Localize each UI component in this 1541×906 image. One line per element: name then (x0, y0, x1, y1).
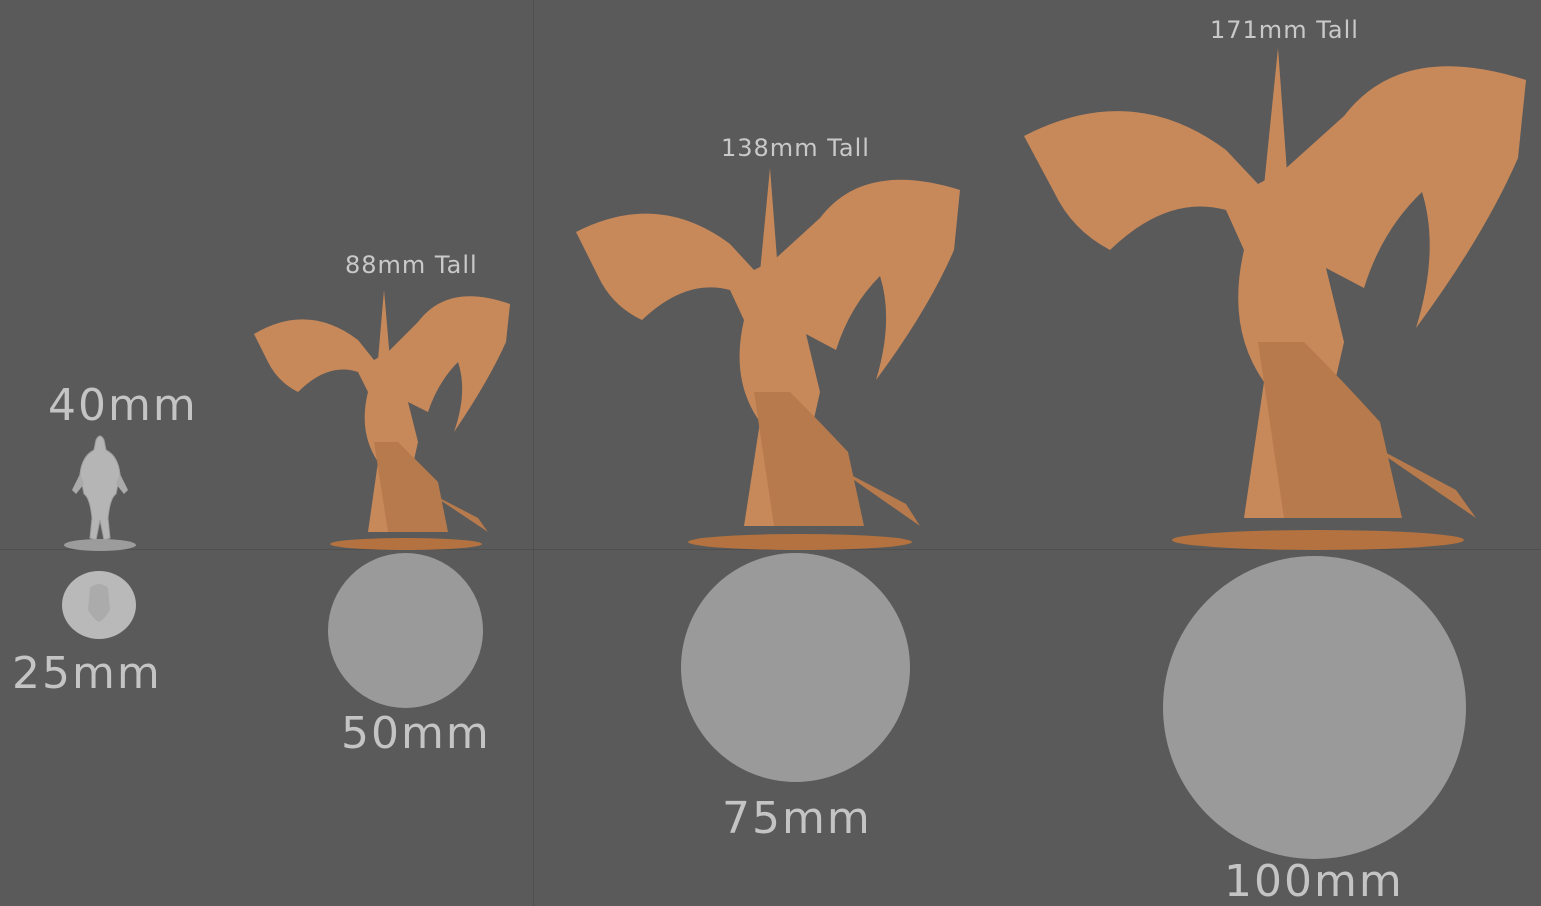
scale-100-base-disc (1163, 556, 1466, 859)
comparison-stage: 40mm 25mm 88mm Tall 50mm 138mm Tall 75mm… (0, 0, 1541, 906)
scale-138-height-label: 138mm Tall (721, 134, 870, 162)
scale-171-height-label: 171mm Tall (1210, 16, 1359, 44)
scale-75-base-disc (681, 553, 910, 782)
scale-171-dragon-figure (1024, 48, 1526, 550)
panel-divider-vertical (533, 0, 534, 906)
scale-138-dragon-figure (576, 168, 960, 550)
reference-height-label: 40mm (48, 380, 198, 431)
scale-50-base-disc (328, 553, 483, 708)
scale-88-dragon-figure (254, 290, 510, 550)
scale-75-base-label: 75mm (722, 793, 872, 844)
reference-base-label: 25mm (12, 648, 162, 699)
scale-50-base-label: 50mm (341, 708, 491, 759)
scale-88-height-label: 88mm Tall (345, 251, 478, 279)
reference-human-figure (64, 435, 136, 551)
scale-100-base-label: 100mm (1224, 856, 1404, 906)
reference-base-disc (62, 571, 136, 639)
